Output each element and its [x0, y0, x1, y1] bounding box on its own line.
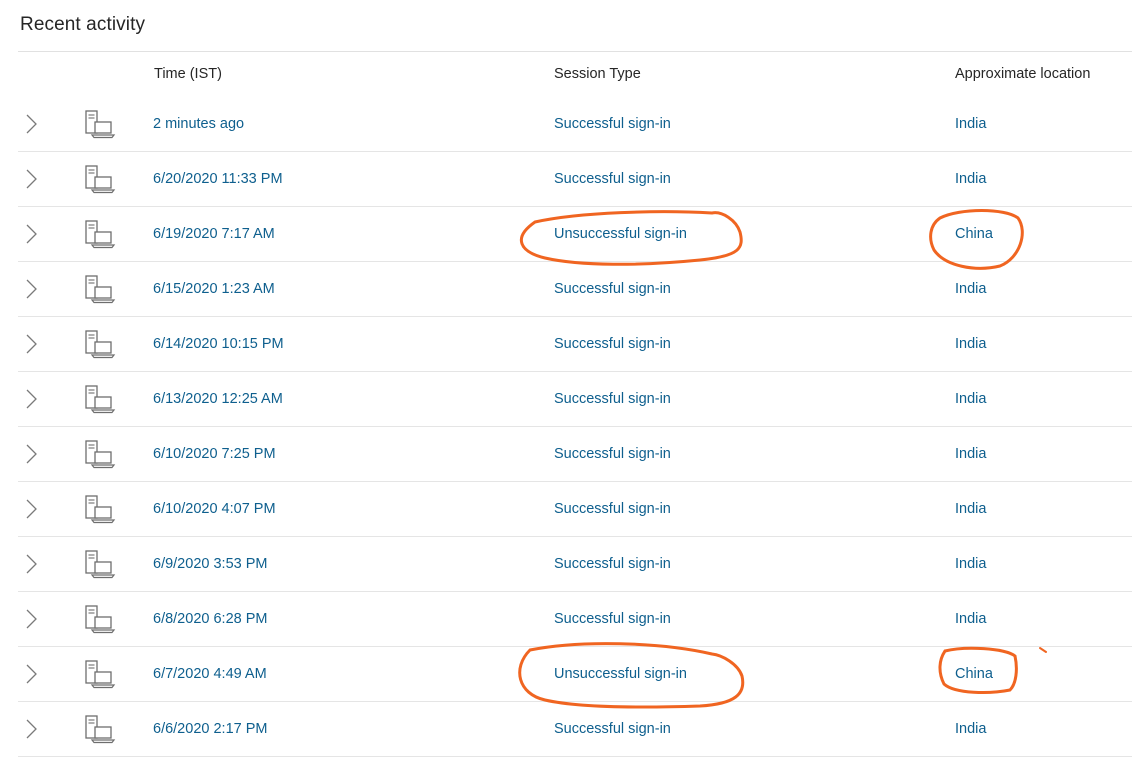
table-row[interactable]: 6/7/2020 4:49 AM Unsuccessful sign-in Chin… [18, 647, 1132, 702]
table-body: 2 minutes ago Successful sign-in India 6/20… [18, 97, 1132, 757]
row-session-type[interactable]: Successful sign-in [554, 556, 671, 572]
row-location[interactable]: India [955, 721, 986, 737]
row-location[interactable]: India [955, 446, 986, 462]
chevron-right-icon[interactable] [22, 497, 40, 521]
row-session-type[interactable]: Successful sign-in [554, 611, 671, 627]
computer-device-icon [84, 494, 116, 524]
row-session-type[interactable]: Unsuccessful sign-in [554, 226, 687, 242]
table-row[interactable]: 6/10/2020 7:25 PM Successful sign-in India [18, 427, 1132, 482]
chevron-right-icon[interactable] [22, 277, 40, 301]
table-row[interactable]: 6/20/2020 11:33 PM Successful sign-in Indi… [18, 152, 1132, 207]
row-time[interactable]: 6/15/2020 1:23 AM [153, 281, 275, 297]
computer-device-icon [84, 274, 116, 304]
computer-device-icon [84, 549, 116, 579]
computer-device-icon [84, 329, 116, 359]
row-session-type[interactable]: Successful sign-in [554, 171, 671, 187]
computer-device-icon [84, 164, 116, 194]
table-header: Time (IST) Session Type Approximate loca… [18, 52, 1132, 97]
computer-device-icon [84, 439, 116, 469]
computer-device-icon [84, 219, 116, 249]
row-location[interactable]: China [955, 666, 993, 682]
row-location[interactable]: India [955, 556, 986, 572]
row-location[interactable]: India [955, 171, 986, 187]
chevron-right-icon[interactable] [22, 607, 40, 631]
row-location[interactable]: India [955, 391, 986, 407]
computer-device-icon [84, 109, 116, 139]
table-row[interactable]: 6/15/2020 1:23 AM Successful sign-in India [18, 262, 1132, 317]
chevron-right-icon[interactable] [22, 442, 40, 466]
row-time[interactable]: 6/7/2020 4:49 AM [153, 666, 267, 682]
chevron-right-icon[interactable] [22, 112, 40, 136]
row-time[interactable]: 6/6/2020 2:17 PM [153, 721, 267, 737]
recent-activity-table: Time (IST) Session Type Approximate loca… [18, 51, 1132, 757]
table-row[interactable]: 6/13/2020 12:25 AM Successful sign-in Indi… [18, 372, 1132, 427]
table-row[interactable]: 6/9/2020 3:53 PM Successful sign-in India [18, 537, 1132, 592]
table-row[interactable]: 6/8/2020 6:28 PM Successful sign-in India [18, 592, 1132, 647]
row-location[interactable]: India [955, 116, 986, 132]
table-row[interactable]: 2 minutes ago Successful sign-in India [18, 97, 1132, 152]
column-header-session-type: Session Type [554, 66, 641, 82]
row-time[interactable]: 6/14/2020 10:15 PM [153, 336, 284, 352]
row-session-type[interactable]: Unsuccessful sign-in [554, 666, 687, 682]
row-time[interactable]: 6/10/2020 4:07 PM [153, 501, 276, 517]
table-row[interactable]: 6/6/2020 2:17 PM Successful sign-in India [18, 702, 1132, 757]
computer-device-icon [84, 659, 116, 689]
row-time[interactable]: 6/19/2020 7:17 AM [153, 226, 275, 242]
row-session-type[interactable]: Successful sign-in [554, 391, 671, 407]
row-time[interactable]: 2 minutes ago [153, 116, 244, 132]
row-session-type[interactable]: Successful sign-in [554, 721, 671, 737]
chevron-right-icon[interactable] [22, 332, 40, 356]
row-session-type[interactable]: Successful sign-in [554, 446, 671, 462]
table-row[interactable]: 6/14/2020 10:15 PM Successful sign-in Indi… [18, 317, 1132, 372]
row-location[interactable]: India [955, 336, 986, 352]
chevron-right-icon[interactable] [22, 552, 40, 576]
row-location[interactable]: India [955, 611, 986, 627]
computer-device-icon [84, 714, 116, 744]
column-header-location: Approximate location [955, 66, 1091, 82]
chevron-right-icon[interactable] [22, 717, 40, 741]
row-time[interactable]: 6/9/2020 3:53 PM [153, 556, 267, 572]
chevron-right-icon[interactable] [22, 662, 40, 686]
row-session-type[interactable]: Successful sign-in [554, 281, 671, 297]
row-time[interactable]: 6/10/2020 7:25 PM [153, 446, 276, 462]
row-time[interactable]: 6/8/2020 6:28 PM [153, 611, 267, 627]
chevron-right-icon[interactable] [22, 222, 40, 246]
row-location[interactable]: India [955, 501, 986, 517]
row-session-type[interactable]: Successful sign-in [554, 501, 671, 517]
chevron-right-icon[interactable] [22, 387, 40, 411]
page-title: Recent activity [20, 14, 146, 35]
row-time[interactable]: 6/13/2020 12:25 AM [153, 391, 283, 407]
computer-device-icon [84, 384, 116, 414]
chevron-right-icon[interactable] [22, 167, 40, 191]
row-location[interactable]: China [955, 226, 993, 242]
row-session-type[interactable]: Successful sign-in [554, 116, 671, 132]
table-row[interactable]: 6/19/2020 7:17 AM Unsuccessful sign-in Chi… [18, 207, 1132, 262]
row-session-type[interactable]: Successful sign-in [554, 336, 671, 352]
column-header-time: Time (IST) [154, 66, 222, 82]
computer-device-icon [84, 604, 116, 634]
table-row[interactable]: 6/10/2020 4:07 PM Successful sign-in India [18, 482, 1132, 537]
row-time[interactable]: 6/20/2020 11:33 PM [153, 171, 283, 187]
row-location[interactable]: India [955, 281, 986, 297]
